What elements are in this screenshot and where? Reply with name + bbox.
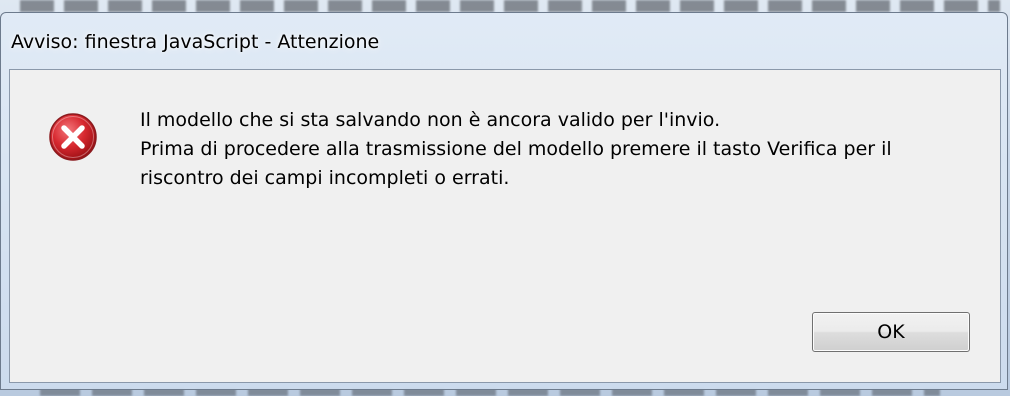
message-line-1: Il modello che si sta salvando non è anc… — [140, 109, 721, 131]
message-line-2: Prima di procedere alla trasmissione del… — [140, 138, 892, 189]
background-document-text — [20, 0, 1000, 12]
dialog-titlebar[interactable]: Avviso: finestra JavaScript - Attenzione — [1, 13, 1007, 67]
dialog-message: Il modello che si sta salvando non è anc… — [140, 106, 980, 193]
error-icon — [48, 112, 98, 162]
ok-button[interactable]: OK — [812, 312, 970, 352]
alert-dialog: Avviso: finestra JavaScript - Attenzione… — [0, 12, 1008, 390]
dialog-title: Avviso: finestra JavaScript - Attenzione — [11, 31, 380, 53]
dialog-body: Il modello che si sta salvando non è anc… — [9, 69, 1001, 383]
